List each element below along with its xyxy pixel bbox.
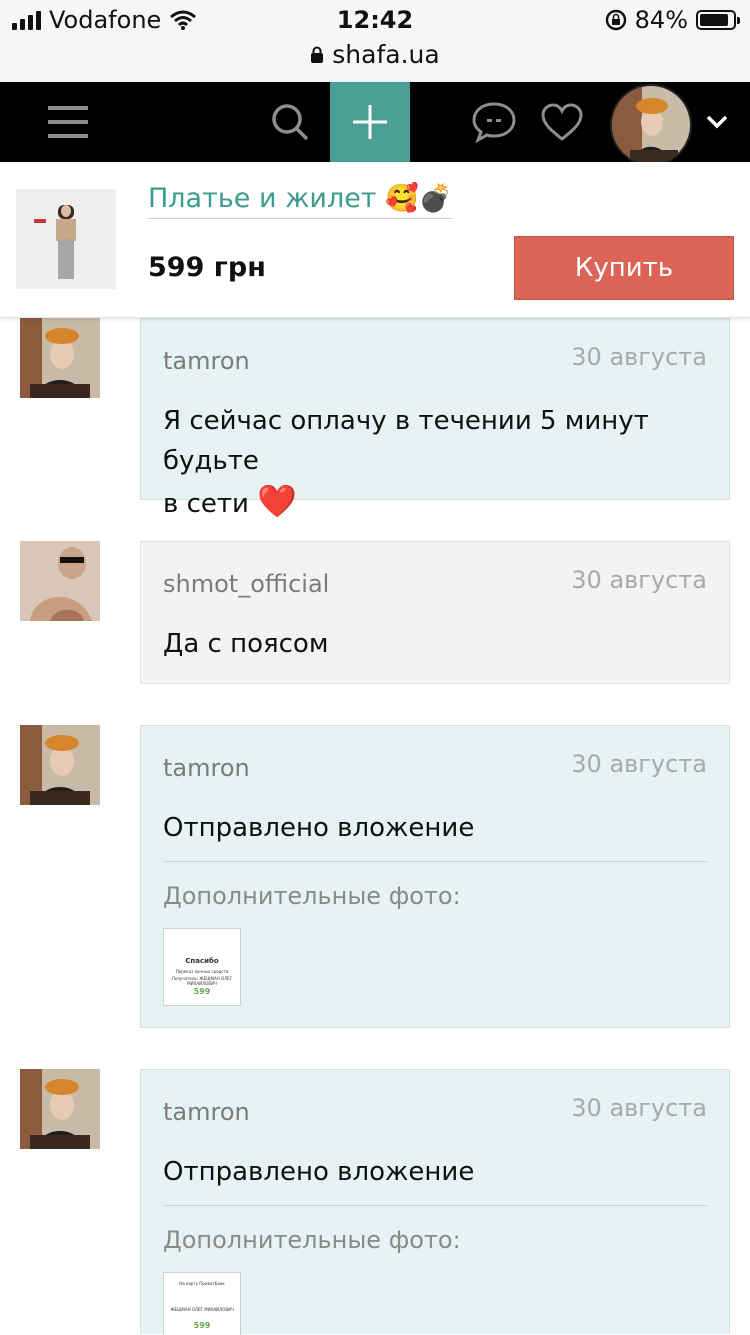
attachment-heading: Спасибо — [185, 957, 219, 965]
message-bubble: tamron 30 августа Я сейчас оплачу в тече… — [140, 318, 730, 520]
attachment-amount: 599 — [193, 1321, 211, 1330]
message-date: 30 августа — [571, 750, 707, 778]
status-right: 84% — [605, 6, 740, 34]
avatar-photo — [612, 86, 690, 164]
extra-photos-label: Дополнительные фото: — [163, 1226, 461, 1254]
message-text-fragment: в сети — [163, 489, 249, 519]
add-listing-button[interactable] — [330, 82, 410, 162]
product-header: Платье и жилет 🥰💣 599 грн Купить — [0, 162, 750, 318]
search-button[interactable] — [258, 82, 322, 162]
message-bubble: tamron 30 августа Отправлено вложение До… — [140, 1069, 730, 1335]
message-text: Я сейчас оплачу в течении 5 минут будьте… — [163, 401, 709, 524]
heart-outline-icon — [541, 103, 583, 141]
attachment-recipient: Получатель: ЖЕЩМАН ОЛЕГ МИХАЙЛОВИЧ — [171, 976, 233, 986]
product-thumbnail[interactable] — [16, 189, 116, 289]
heart-emoji: ❤️ — [257, 482, 298, 520]
profile-menu-toggle[interactable] — [700, 82, 734, 162]
avatar[interactable] — [20, 541, 100, 621]
url-text: shafa.ua — [332, 40, 440, 69]
attachment-heading: На карту ПриватБанк — [179, 1281, 225, 1286]
lock-icon — [311, 46, 324, 63]
chevron-down-icon — [706, 115, 728, 129]
attachment-caption: Переказ личных средств — [175, 969, 229, 974]
avatar-photo — [20, 318, 100, 398]
attachment-amount: 599 — [193, 987, 211, 996]
message-bubble: tamron 30 августа Отправлено вложение До… — [140, 725, 730, 1028]
rotation-lock-icon — [605, 9, 626, 31]
address-bar[interactable]: shafa.ua — [0, 40, 750, 69]
attachment-thumbnail[interactable]: Спасибо Переказ личных средств Получател… — [163, 928, 241, 1006]
product-price: 599 грн — [148, 252, 266, 283]
menu-button[interactable] — [28, 82, 108, 162]
message-date: 30 августа — [571, 343, 707, 371]
message-bubble: shmot_official 30 августа Да с поясом — [140, 541, 730, 684]
message-text-line: Я сейчас оплачу в течении 5 минут будьте — [163, 406, 649, 476]
avatar[interactable] — [20, 318, 100, 398]
message-author[interactable]: shmot_official — [163, 570, 329, 598]
buy-button[interactable]: Купить — [514, 236, 734, 300]
messages-button[interactable] — [466, 82, 522, 162]
divider — [163, 861, 707, 862]
message-author[interactable]: tamron — [163, 1098, 250, 1126]
extra-photos-label: Дополнительные фото: — [163, 882, 461, 910]
favorites-button[interactable] — [536, 82, 588, 162]
top-nav — [0, 82, 750, 166]
search-icon — [272, 104, 309, 141]
avatar-photo — [20, 541, 100, 621]
message-text: Отправлено вложение — [163, 813, 475, 843]
message-text-line-2: в сети ❤️ — [163, 481, 709, 524]
product-title[interactable]: Платье и жилет 🥰💣 — [148, 182, 453, 219]
status-bar: Vodafone 12:42 84% shafa.ua — [0, 0, 750, 82]
divider — [163, 1205, 707, 1206]
plus-icon — [353, 105, 387, 139]
attachment-thumbnail[interactable]: На карту ПриватБанк ЖЕЩМАН ОЛЕГ МИХАЙЛОВ… — [163, 1272, 241, 1335]
battery-icon — [696, 10, 740, 30]
profile-avatar[interactable] — [610, 84, 692, 166]
message-author[interactable]: tamron — [163, 754, 250, 782]
message-text: Отправлено вложение — [163, 1157, 475, 1187]
battery-percent: 84% — [634, 6, 688, 34]
chat-bubble-icon — [472, 102, 516, 143]
avatar[interactable] — [20, 725, 100, 805]
message-date: 30 августа — [571, 566, 707, 594]
product-photo — [16, 189, 116, 289]
attachment-recipient: ЖЕЩМАН ОЛЕГ МИХАЙЛОВИЧ — [170, 1307, 234, 1312]
avatar-photo — [20, 725, 100, 805]
avatar-photo — [20, 1069, 100, 1149]
message-text: Да с поясом — [163, 629, 329, 659]
message-author[interactable]: tamron — [163, 347, 250, 375]
message-date: 30 августа — [571, 1094, 707, 1122]
hamburger-icon — [48, 106, 88, 138]
avatar[interactable] — [20, 1069, 100, 1149]
